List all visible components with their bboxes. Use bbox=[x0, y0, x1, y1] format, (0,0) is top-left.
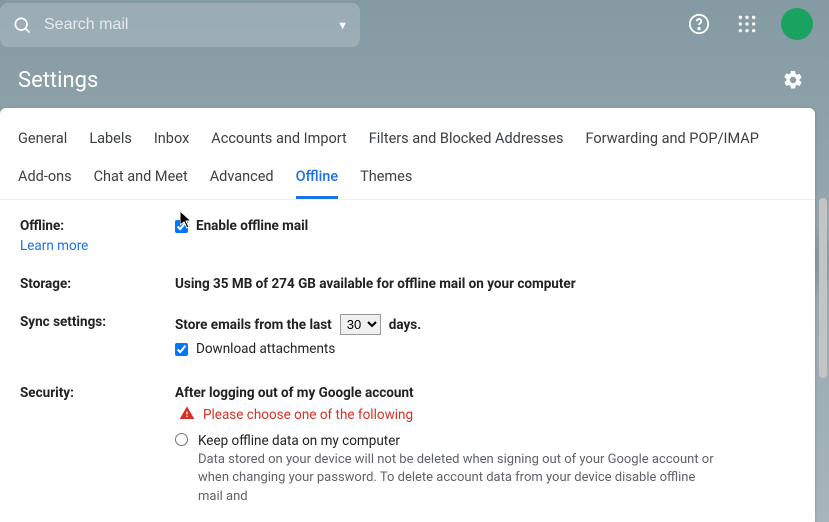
tab-addons[interactable]: Add-ons bbox=[18, 158, 72, 199]
page-title: Settings bbox=[18, 68, 98, 93]
tab-accounts[interactable]: Accounts and Import bbox=[211, 120, 346, 158]
security-warning: Please choose one of the following bbox=[203, 407, 413, 423]
enable-offline-label: Enable offline mail bbox=[196, 218, 308, 234]
settings-tabs: General Labels Inbox Accounts and Import… bbox=[0, 108, 815, 200]
storage-text: Using 35 MB of 274 GB available for offl… bbox=[175, 276, 576, 292]
offline-label: Offline: bbox=[20, 218, 64, 234]
tab-filters[interactable]: Filters and Blocked Addresses bbox=[369, 120, 564, 158]
tab-forwarding[interactable]: Forwarding and POP/IMAP bbox=[585, 120, 758, 158]
security-label: Security: bbox=[20, 385, 74, 401]
storage-label: Storage: bbox=[20, 276, 71, 292]
account-avatar[interactable] bbox=[781, 8, 813, 40]
security-heading: After logging out of my Google account bbox=[175, 385, 795, 401]
tab-general[interactable]: General bbox=[18, 120, 67, 158]
sync-prefix: Store emails from the last bbox=[175, 317, 332, 333]
settings-gear-icon[interactable] bbox=[775, 62, 811, 98]
row-offline: Offline: Learn more Enable offline mail bbox=[20, 210, 795, 268]
help-button[interactable] bbox=[679, 4, 719, 44]
settings-body: Offline: Learn more Enable offline mail … bbox=[0, 200, 815, 522]
row-storage: Storage: Using 35 MB of 274 GB available… bbox=[20, 268, 795, 306]
tab-inbox[interactable]: Inbox bbox=[154, 120, 189, 158]
header-bar: ▼ bbox=[0, 0, 829, 48]
download-attachments-label: Download attachments bbox=[196, 341, 335, 357]
row-sync: Sync settings: Store emails from the las… bbox=[20, 306, 795, 377]
apps-grid-icon[interactable] bbox=[727, 4, 767, 44]
warning-icon bbox=[179, 405, 195, 425]
tab-labels[interactable]: Labels bbox=[89, 120, 132, 158]
sync-label: Sync settings: bbox=[20, 314, 106, 330]
title-row: Settings bbox=[0, 48, 829, 108]
settings-panel: General Labels Inbox Accounts and Import… bbox=[0, 108, 815, 522]
tab-offline[interactable]: Offline bbox=[296, 158, 339, 199]
keep-data-desc: Data stored on your device will not be d… bbox=[198, 451, 718, 506]
search-icon bbox=[12, 15, 32, 35]
learn-more-link[interactable]: Learn more bbox=[20, 238, 175, 254]
search-options-caret-icon[interactable]: ▼ bbox=[337, 19, 348, 32]
row-security: Security: After logging out of my Google… bbox=[20, 377, 795, 520]
sync-suffix: days. bbox=[389, 317, 421, 333]
search-box[interactable]: ▼ bbox=[0, 3, 360, 47]
sync-days-select[interactable]: 30 bbox=[340, 314, 381, 335]
tab-advanced[interactable]: Advanced bbox=[210, 158, 274, 199]
search-input[interactable] bbox=[44, 16, 337, 34]
tab-themes[interactable]: Themes bbox=[360, 158, 412, 199]
keep-data-radio[interactable] bbox=[175, 433, 188, 446]
scrollbar[interactable] bbox=[819, 198, 827, 378]
keep-data-label: Keep offline data on my computer bbox=[198, 433, 718, 449]
tab-chat[interactable]: Chat and Meet bbox=[94, 158, 188, 199]
download-attachments-checkbox[interactable] bbox=[175, 343, 188, 356]
enable-offline-checkbox[interactable] bbox=[175, 220, 188, 233]
